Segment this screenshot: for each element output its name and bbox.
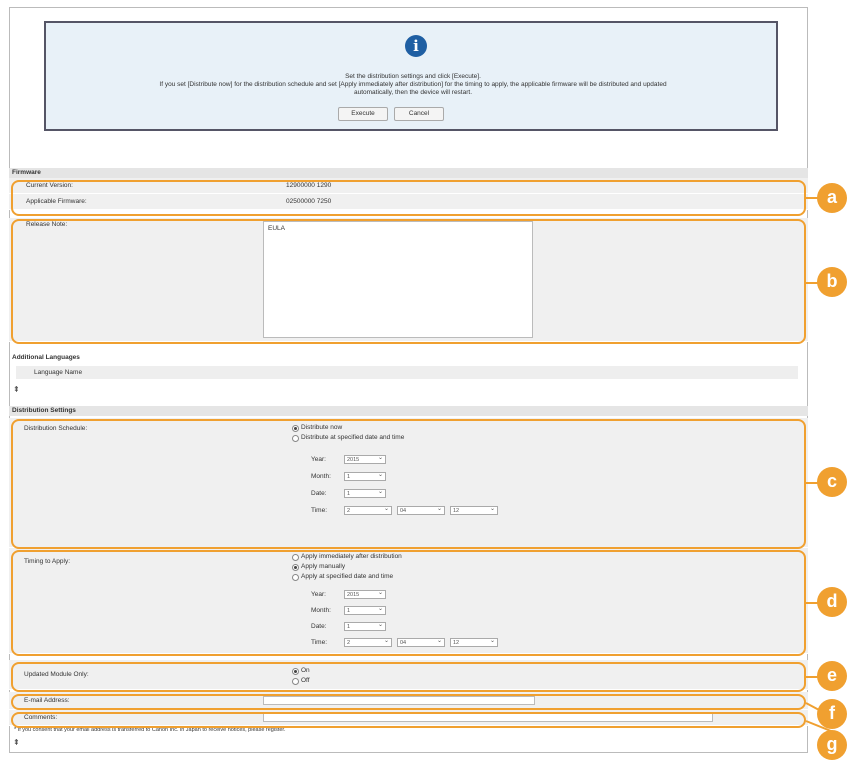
scroll-top-icon[interactable]: ⇞: [13, 385, 20, 394]
info-icon: i: [405, 35, 427, 57]
callout-c: c: [817, 467, 847, 497]
language-name-column: Language Name: [34, 369, 83, 376]
additional-languages-heading: Additional Languages: [12, 354, 80, 361]
execute-button[interactable]: Execute: [338, 107, 388, 121]
callout-d: d: [817, 587, 847, 617]
callout-box-e: [11, 662, 806, 692]
info-message: Set the distribution settings and click …: [56, 73, 770, 97]
language-table-header: Language Name: [16, 366, 798, 380]
cancel-button[interactable]: Cancel: [394, 107, 444, 121]
info-line-3: automatically, then the device will rest…: [353, 89, 472, 96]
distribution-settings-heading: Distribution Settings: [9, 406, 808, 416]
callout-box-d: [11, 550, 806, 656]
callout-box-b: [11, 219, 806, 344]
scroll-top-icon-bottom[interactable]: ⇞: [13, 738, 20, 747]
callout-box-g: [11, 712, 806, 728]
info-message-box: i Set the distribution settings and clic…: [44, 21, 778, 131]
info-line-2: If you set [Distribute now] for the dist…: [159, 81, 667, 88]
firmware-heading: Firmware: [9, 168, 808, 178]
callout-a: a: [817, 183, 847, 213]
callout-box-c: [11, 419, 806, 549]
callout-box-a: [11, 180, 806, 216]
callout-g: g: [817, 730, 847, 760]
callout-e: e: [817, 661, 847, 691]
info-line-1: Set the distribution settings and click …: [345, 73, 481, 80]
callout-box-f: [11, 694, 806, 710]
callout-b: b: [817, 267, 847, 297]
callout-f: f: [817, 699, 847, 729]
